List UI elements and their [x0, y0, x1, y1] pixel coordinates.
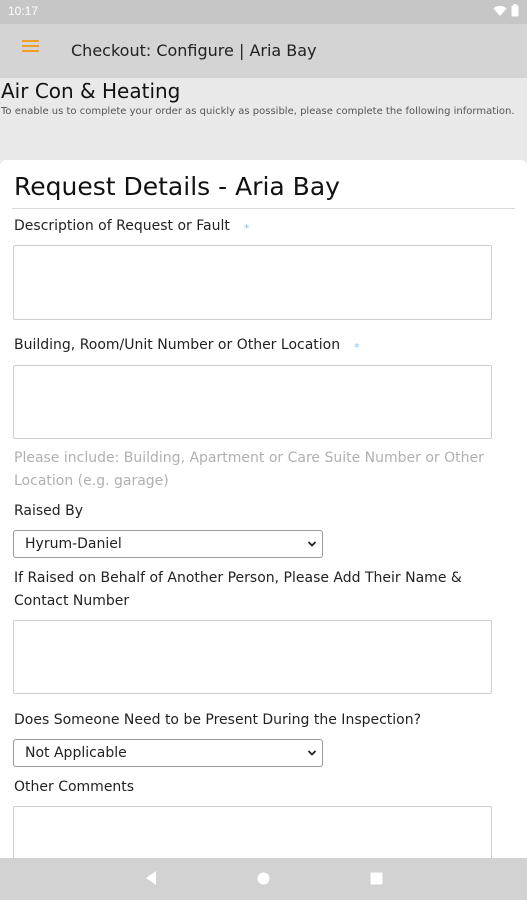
status-time: 10:17 [8, 4, 39, 18]
required-star-icon: * [354, 341, 360, 354]
comments-label: Other Comments [14, 779, 135, 795]
page-title: Checkout: Configure | Aria Bay [71, 41, 317, 60]
form-title: Request Details - Aria Bay [14, 172, 340, 201]
behalf-label: If Raised on Behalf of Another Person, P… [14, 570, 462, 609]
description-field[interactable] [13, 245, 492, 320]
description-label-text: Description of Request or Fault [14, 218, 230, 234]
app-bar: Checkout: Configure | Aria Bay [0, 24, 527, 78]
comments-field[interactable] [13, 806, 492, 858]
location-label: Building, Room/Unit Number or Other Loca… [14, 334, 360, 357]
required-star-icon: * [243, 222, 250, 235]
chevron-down-icon [307, 750, 317, 756]
chevron-down-icon [307, 541, 317, 547]
status-icons [493, 4, 519, 17]
present-select[interactable]: Not Applicable [13, 739, 323, 767]
raised-by-label: Raised By [14, 503, 84, 519]
description-label: Description of Request or Fault * [14, 215, 249, 238]
request-form: Request Details - Aria Bay Description o… [0, 160, 527, 858]
behalf-field[interactable] [13, 620, 492, 694]
present-label: Does Someone Need to be Present During t… [14, 712, 422, 728]
wifi-icon [493, 5, 507, 16]
system-nav-bar [0, 858, 527, 900]
raised-by-select[interactable]: Hyrum-Daniel [13, 530, 323, 558]
location-hint: Please include: Building, Apartment or C… [14, 450, 484, 489]
back-icon[interactable] [144, 870, 158, 886]
status-bar: 10:17 [0, 0, 527, 24]
present-value: Not Applicable [25, 745, 127, 761]
raised-by-value: Hyrum-Daniel [25, 536, 122, 552]
intro-title: Air Con & Heating [1, 79, 181, 103]
battery-icon [511, 4, 519, 17]
intro-section: Air Con & Heating To enable us to comple… [0, 78, 527, 160]
menu-icon[interactable] [22, 40, 42, 56]
recents-icon[interactable] [370, 872, 383, 885]
location-label-text: Building, Room/Unit Number or Other Loca… [14, 337, 341, 353]
intro-text: To enable us to complete your order as q… [1, 106, 515, 117]
location-field[interactable] [13, 365, 492, 439]
home-icon[interactable] [257, 872, 270, 885]
title-divider [12, 208, 515, 209]
